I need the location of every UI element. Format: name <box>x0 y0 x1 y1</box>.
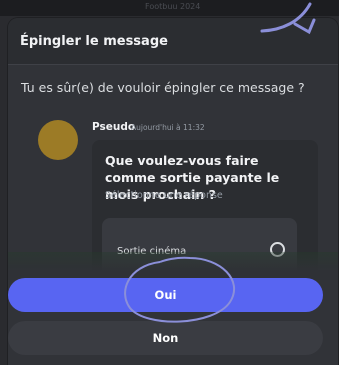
confirm-button[interactable]: Oui <box>8 278 323 312</box>
avatar <box>38 120 78 160</box>
message-preview: Pseudo Aujourd'hui à 11:32 Que voulez-vo… <box>8 108 338 280</box>
background-channel-header: Footbuu 2024 <box>0 0 339 16</box>
cancel-button[interactable]: Non <box>8 321 323 355</box>
message-author: Pseudo <box>92 121 136 133</box>
message-timestamp: Aujourd'hui à 11:32 <box>131 123 205 132</box>
modal-title: Épingler le message <box>20 33 168 49</box>
poll-hint: Sélectionne une réponse <box>105 190 223 201</box>
preview-fade <box>8 252 338 280</box>
modal-header: Épingler le message <box>8 18 338 65</box>
background-header-text: Footbuu 2024 <box>145 2 201 11</box>
confirmation-text: Tu es sûr(e) de vouloir épingler ce mess… <box>21 80 305 95</box>
pin-message-modal: Épingler le message Tu es sûr(e) de voul… <box>8 18 338 365</box>
